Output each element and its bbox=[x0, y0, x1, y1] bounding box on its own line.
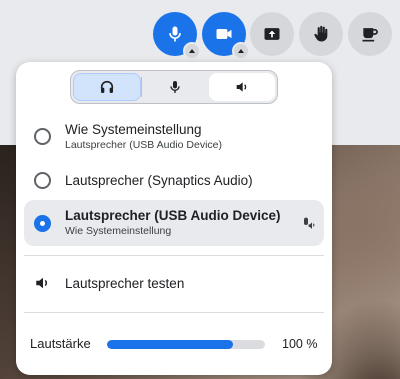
break-button[interactable] bbox=[348, 12, 392, 56]
option-sublabel: Lautsprecher (USB Audio Device) bbox=[65, 139, 222, 151]
tab-speaker[interactable] bbox=[208, 73, 275, 101]
volume-value: 100 % bbox=[282, 337, 318, 351]
option-sublabel: Wie Systemeinstellung bbox=[65, 225, 172, 237]
chevron-up-icon bbox=[189, 49, 195, 53]
output-option-synaptics[interactable]: Lautsprecher (Synaptics Audio) bbox=[24, 164, 324, 196]
chevron-up-icon bbox=[238, 49, 244, 53]
tab-headphones[interactable] bbox=[73, 73, 142, 101]
raise-hand-button[interactable] bbox=[299, 12, 343, 56]
radio-button-selected[interactable] bbox=[34, 215, 51, 232]
camera-button[interactable] bbox=[202, 12, 250, 60]
test-speaker-label: Lautsprecher testen bbox=[65, 275, 185, 291]
headphones-icon bbox=[101, 80, 114, 93]
microphone-button[interactable] bbox=[153, 12, 201, 60]
raise-hand-icon bbox=[314, 25, 328, 42]
audio-output-panel: Wie Systemeinstellung Lautsprecher (USB … bbox=[16, 62, 332, 375]
speaker-icon bbox=[236, 82, 247, 92]
device-type-tabs bbox=[70, 70, 278, 104]
volume-level-fill bbox=[107, 340, 234, 349]
break-coffee-icon bbox=[362, 28, 378, 42]
microphone-icon bbox=[170, 81, 181, 93]
output-option-usb-audio[interactable]: Lautsprecher (USB Audio Device) Wie Syst… bbox=[24, 200, 324, 246]
option-label: Wie Systemeinstellung bbox=[65, 122, 202, 137]
microphone-icon bbox=[169, 26, 181, 42]
option-label: Lautsprecher (Synaptics Audio) bbox=[65, 173, 253, 188]
speaking-speaker-icon bbox=[304, 217, 315, 229]
option-label: Lautsprecher (USB Audio Device) bbox=[65, 208, 281, 223]
divider bbox=[24, 312, 324, 313]
camera-options-button[interactable] bbox=[232, 42, 250, 60]
present-screen-button[interactable] bbox=[250, 12, 294, 56]
present-screen-icon bbox=[264, 28, 280, 40]
radio-button[interactable] bbox=[34, 172, 51, 189]
camera-icon bbox=[216, 29, 232, 39]
speaker-icon bbox=[36, 277, 48, 289]
output-option-system-default[interactable]: Wie Systemeinstellung Lautsprecher (USB … bbox=[24, 117, 324, 157]
test-speaker-button[interactable]: Lautsprecher testen bbox=[24, 270, 324, 296]
divider bbox=[24, 255, 324, 256]
radio-button[interactable] bbox=[34, 128, 51, 145]
volume-label: Lautstärke bbox=[30, 336, 91, 351]
tab-microphone[interactable] bbox=[142, 73, 208, 101]
microphone-options-button[interactable] bbox=[183, 42, 201, 60]
volume-slider[interactable] bbox=[107, 340, 265, 349]
